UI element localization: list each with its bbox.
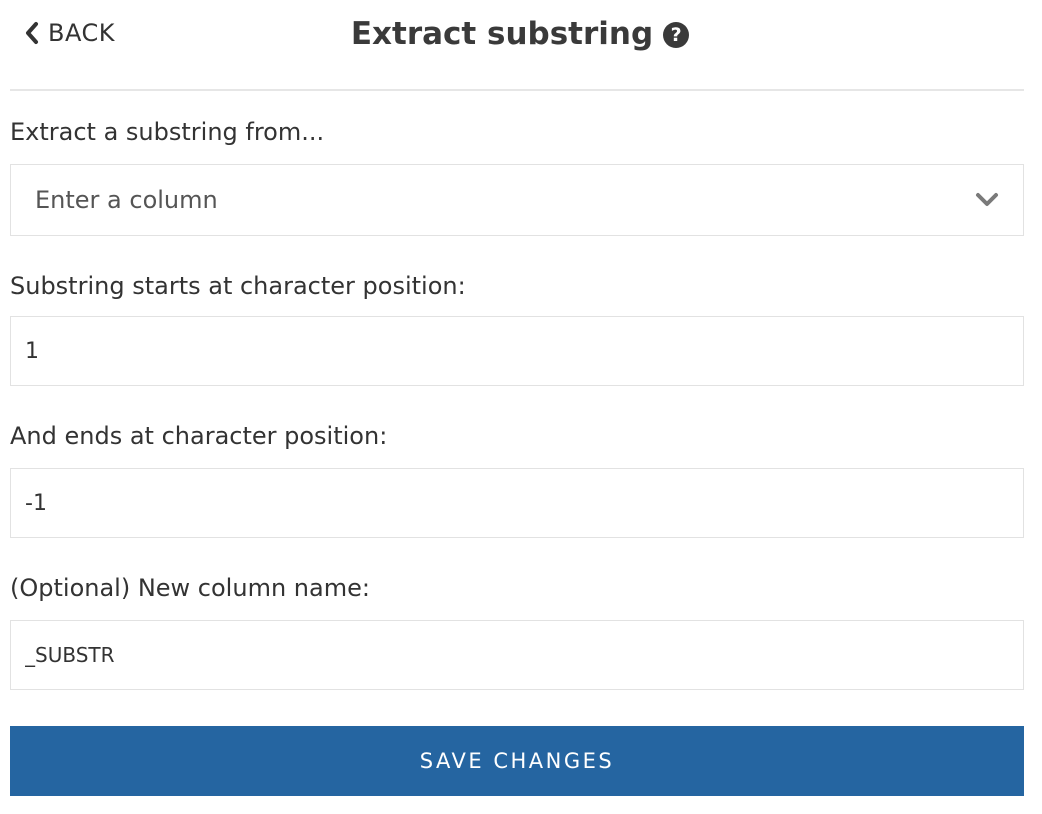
end-position-label: And ends at character position:: [10, 422, 388, 450]
new-column-name-field: [10, 620, 1024, 690]
title-group: Extract substring ?: [10, 14, 1024, 54]
end-position-input[interactable]: [11, 469, 1023, 537]
new-column-name-input[interactable]: [11, 621, 1023, 689]
chevron-down-icon: [975, 189, 999, 213]
column-select-value: Enter a column: [35, 186, 218, 214]
help-icon[interactable]: ?: [663, 22, 690, 48]
start-position-label: Substring starts at character position:: [10, 272, 466, 300]
start-position-field: [10, 316, 1024, 386]
column-select[interactable]: Enter a column: [10, 164, 1024, 236]
start-position-input[interactable]: [11, 317, 1023, 385]
save-changes-button[interactable]: SAVE CHANGES: [10, 726, 1024, 796]
panel-header: BACK Extract substring ?: [10, 0, 1024, 91]
column-select-label: Extract a substring from...: [10, 118, 325, 146]
page-title: Extract substring: [350, 16, 654, 52]
end-position-field: [10, 468, 1024, 538]
new-column-name-label: (Optional) New column name:: [10, 574, 370, 602]
